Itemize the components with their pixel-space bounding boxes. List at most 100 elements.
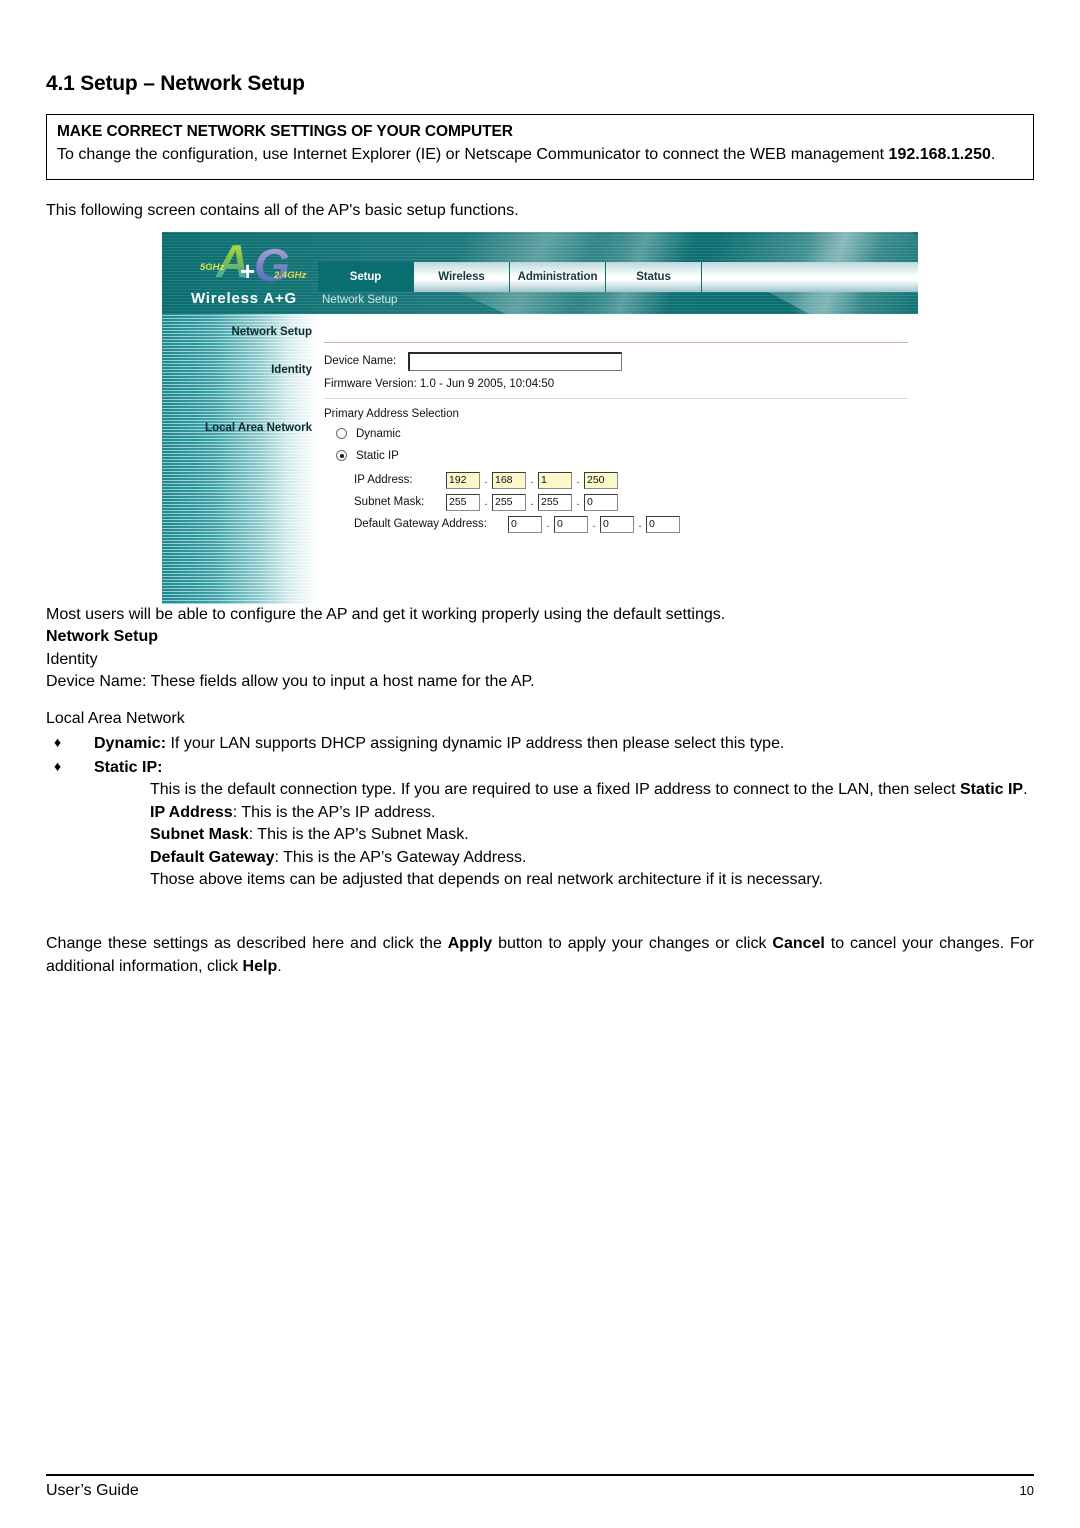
bullet-dynamic: ♦ Dynamic: If your LAN supports DHCP ass… [46,733,1034,755]
ip-octet-2[interactable]: 168 [492,471,526,489]
default-gateway-description: Default Gateway: This is the AP’s Gatewa… [150,847,1034,869]
mask-separator: . [484,496,488,509]
static-ip-inline-bold: Static IP [959,781,1024,799]
footer-content: User’s Guide 10 [46,1482,1034,1500]
closing-text-2: button to apply your changes or click [492,935,773,953]
ip-separator: . [484,474,488,487]
default-gateway-row: Default Gateway Address: 0 . 0 . 0 . 0 [354,515,680,533]
mask-octet-1[interactable]: 255 [446,493,480,511]
closing-text-4: . [277,958,282,976]
tab-setup[interactable]: Setup [318,261,414,292]
default-gateway-label: Default Gateway Address: [354,518,487,531]
notice-text-1: To change the configuration, use Interne… [57,146,889,163]
body-prose: Most users will be able to configure the… [46,604,1034,892]
device-name-label: Device Name: [324,355,397,368]
intro-text: This following screen contains all of th… [46,201,519,219]
radio-dynamic-label: Dynamic [356,427,401,440]
radio-static-ip-icon[interactable] [336,450,347,462]
gateway-separator: . [638,518,642,531]
logo-mark-icon: A G + 5GHz 2.4GHz [198,238,308,291]
mask-octet-2[interactable]: 255 [492,493,526,511]
gateway-octet-2[interactable]: 0 [554,515,588,533]
logo-plus-icon: + [240,255,256,286]
divider-grey [324,397,908,399]
static-ip-details: This is the default connection type. If … [150,779,1034,891]
ip-octet-4[interactable]: 250 [584,471,618,489]
logo-band-5ghz: 5GHz [200,261,225,273]
footer-page-number: 10 [1019,1483,1034,1498]
static-desc-text: This is the default connection type. If … [150,781,960,799]
router-tab-bar: Setup Wireless Administration Status [318,261,918,292]
ip-separator: . [530,474,534,487]
radio-dynamic[interactable]: Dynamic [336,428,401,440]
router-body: Network Setup Identity Local Area Networ… [162,313,918,604]
firmware-version-text: Firmware Version: 1.0 - Jun 9 2005, 10:0… [324,377,555,390]
ip-octet-3[interactable]: 1 [538,471,572,489]
tab-status[interactable]: Status [606,261,702,292]
mask-octet-3[interactable]: 255 [538,493,572,511]
bullet-static-ip: ♦ Static IP: [46,757,1034,779]
subnet-mask-label: Subnet Mask: [354,496,425,509]
static-ip-description: This is the default connection type. If … [150,779,1034,801]
router-sidebar: Network Setup Identity Local Area Networ… [162,313,318,604]
bullet-marker-icon: ♦ [54,758,62,775]
adjust-note: Those above items can be adjusted that d… [150,871,823,889]
notice-title: MAKE CORRECT NETWORK SETTINGS OF YOUR CO… [57,123,513,140]
static-ip-term: Static IP: [94,759,163,777]
page-footer: User’s Guide 10 [46,1474,1034,1500]
footer-divider [46,1474,1034,1476]
subheading-network-setup: Network Setup [46,628,159,646]
ip-address-row: IP Address: 192 . 168 . 1 . 250 [354,471,618,489]
gateway-octet-3[interactable]: 0 [600,515,634,533]
tab-wireless[interactable]: Wireless [414,261,510,292]
router-form: Device Name: Firmware Version: 1.0 - Jun… [318,313,918,604]
router-header: A G + 5GHz 2.4GHz Wireless A+G Setup Wir… [162,231,918,314]
ip-address-description: IP Address: This is the AP’s IP address. [150,802,1034,824]
subnet-mask-row: Subnet Mask: 255 . 255 . 255 . 0 [354,493,618,511]
device-name-description: Device Name: These fields allow you to i… [46,672,535,690]
notice-text-2: . [990,146,996,163]
dynamic-description: If your LAN supports DHCP assigning dyna… [166,734,785,752]
cancel-term: Cancel [772,935,825,953]
brand-logo: A G + 5GHz 2.4GHz Wireless A+G [170,236,318,312]
mask-separator: . [576,496,580,509]
gateway-separator: . [546,518,550,531]
radio-static-ip-label: Static IP [356,449,399,462]
notice-body: To change the configuration, use Interne… [57,144,1023,167]
bullet-static-ip-text: Static IP: [94,757,1034,779]
logo-letter-g: G [254,238,290,291]
mask-octet-4[interactable]: 0 [584,493,618,511]
help-term: Help [242,958,278,976]
subtab-network-setup[interactable]: Network Setup [322,294,397,306]
radio-static-ip[interactable]: Static IP [336,450,399,462]
footer-guide-label: User’s Guide [46,1482,139,1499]
apply-term: Apply [447,935,493,953]
subnet-mask-term: Subnet Mask [150,826,249,844]
identity-line: Identity [46,650,98,668]
gateway-octet-1[interactable]: 0 [508,515,542,533]
document-page: 4.1 Setup – Network Setup MAKE CORRECT N… [0,0,1080,1528]
primary-address-selection-label: Primary Address Selection [324,407,459,420]
gateway-octet-4[interactable]: 0 [646,515,680,533]
device-name-row: Device Name: [324,351,623,371]
ip-octet-1[interactable]: 192 [446,471,480,489]
divider-pink [324,341,908,343]
default-settings-line: Most users will be able to configure the… [46,605,726,623]
subnet-mask-description: Subnet Mask: This is the AP’s Subnet Mas… [150,824,1034,846]
subnet-mask-octets: 255 . 255 . 255 . 0 [446,493,618,511]
tab-bar-filler [702,261,918,292]
dynamic-term: Dynamic: [94,734,167,752]
sidebar-label-network-setup: Network Setup [231,325,312,338]
logo-wordmark: Wireless A+G [190,289,298,307]
default-gateway-desc-text: : This is the AP’s Gateway Address. [274,848,527,866]
router-ui-screenshot: A G + 5GHz 2.4GHz Wireless A+G Setup Wir… [162,231,918,604]
radio-dynamic-icon[interactable] [336,428,347,440]
notice-ip: 192.168.1.250 [888,146,991,163]
tab-administration[interactable]: Administration [510,261,606,292]
bullet-dynamic-text: Dynamic: If your LAN supports DHCP assig… [94,733,1034,755]
mask-separator: . [530,496,534,509]
subnet-mask-desc-text: : This is the AP’s Subnet Mask. [248,826,469,844]
bullet-marker-icon: ♦ [54,733,62,750]
device-name-input[interactable] [408,351,623,371]
